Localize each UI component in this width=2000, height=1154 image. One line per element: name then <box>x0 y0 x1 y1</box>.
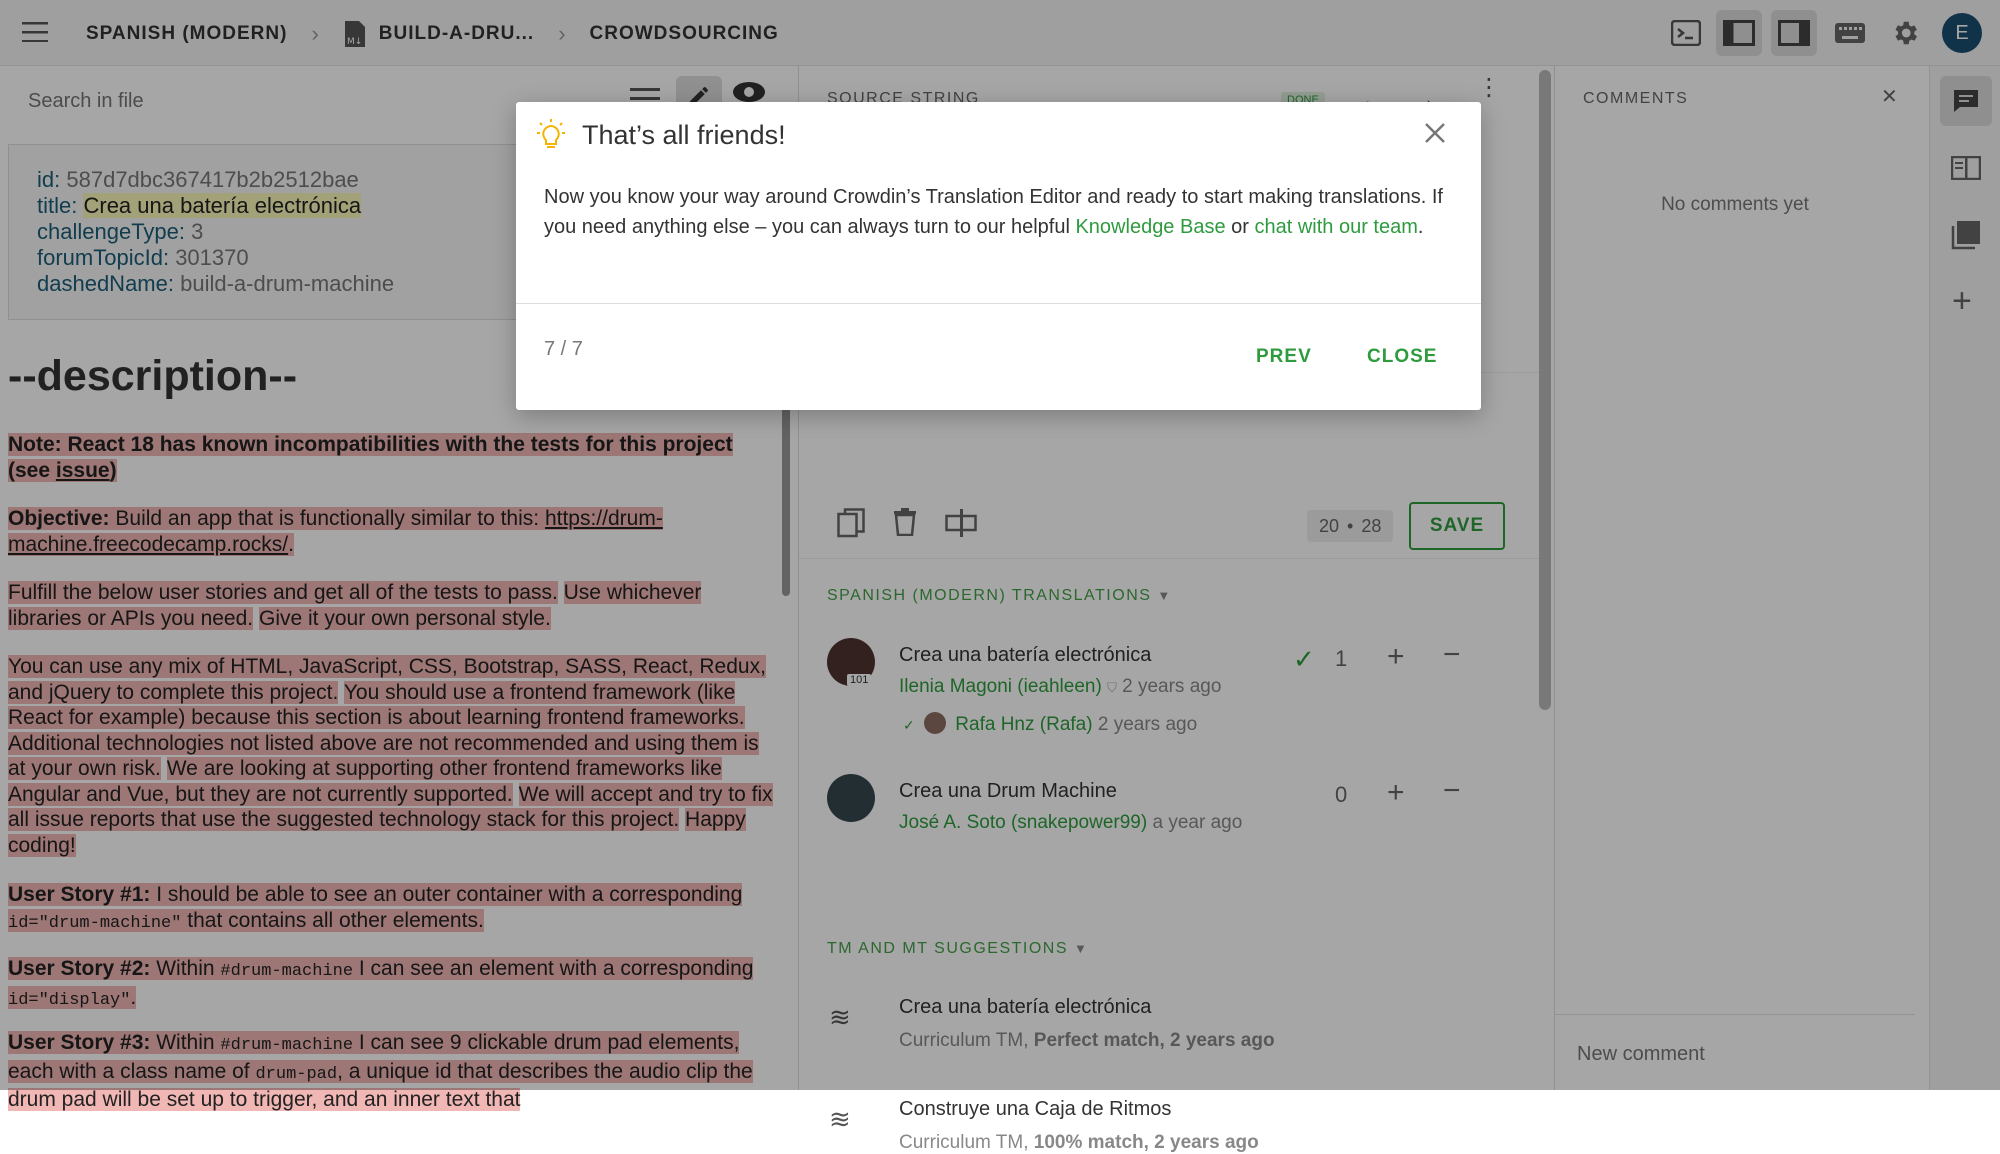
lightbulb-icon <box>536 118 566 157</box>
modal-title: That’s all friends! <box>582 120 786 150</box>
step-counter: 7 / 7 <box>544 338 583 360</box>
close-button[interactable]: CLOSE <box>1367 346 1437 368</box>
close-icon[interactable] <box>1424 122 1446 149</box>
chat-with-team-link[interactable]: chat with our team <box>1254 216 1417 238</box>
suggestion-match: 100% match, 2 years ago <box>1033 1132 1259 1153</box>
suggestion-source: Curriculum TM, <box>899 1132 1034 1153</box>
prev-button[interactable]: PREV <box>1256 346 1312 368</box>
tour-modal: That’s all friends! Now you know your wa… <box>516 102 1481 410</box>
modal-body: Now you know your way around Crowdin’s T… <box>544 186 1443 238</box>
suggestion-text: Construye una Caja de Ritmos <box>899 1098 1172 1120</box>
knowledge-base-link[interactable]: Knowledge Base <box>1075 216 1225 238</box>
tm-logo-icon: ≋ <box>829 1104 851 1134</box>
